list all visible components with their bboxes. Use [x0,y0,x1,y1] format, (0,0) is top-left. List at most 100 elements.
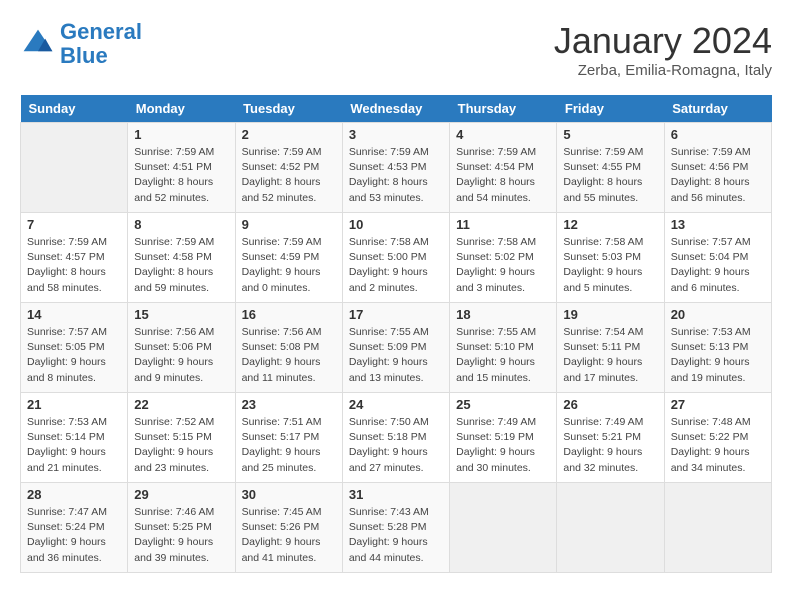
day-number: 14 [27,307,121,322]
day-number: 19 [563,307,657,322]
day-number: 2 [242,127,336,142]
day-info: Sunrise: 7:47 AMSunset: 5:24 PMDaylight:… [27,505,121,566]
calendar-day-cell [450,483,557,573]
title-block: January 2024 Zerba, Emilia-Romagna, Ital… [554,20,772,79]
weekday-header-cell: Wednesday [342,95,449,123]
day-number: 16 [242,307,336,322]
day-number: 23 [242,397,336,412]
calendar-day-cell: 17 Sunrise: 7:55 AMSunset: 5:09 PMDayligh… [342,303,449,393]
day-number: 12 [563,217,657,232]
calendar-day-cell: 5 Sunrise: 7:59 AMSunset: 4:55 PMDaylight… [557,123,664,213]
calendar-day-cell: 7 Sunrise: 7:59 AMSunset: 4:57 PMDaylight… [21,213,128,303]
calendar-day-cell: 31 Sunrise: 7:43 AMSunset: 5:28 PMDayligh… [342,483,449,573]
day-number: 18 [456,307,550,322]
calendar-day-cell: 22 Sunrise: 7:52 AMSunset: 5:15 PMDayligh… [128,393,235,483]
calendar-day-cell: 13 Sunrise: 7:57 AMSunset: 5:04 PMDayligh… [664,213,771,303]
calendar-day-cell: 4Sunrise: 7:59 AMSunset: 4:54 PMDaylight… [450,123,557,213]
day-info: Sunrise: 7:55 AMSunset: 5:09 PMDaylight:… [349,325,443,386]
weekday-header-row: SundayMondayTuesdayWednesdayThursdayFrid… [21,95,772,123]
calendar-day-cell: 1 Sunrise: 7:59 AMSunset: 4:51 PMDaylight… [128,123,235,213]
calendar-table: SundayMondayTuesdayWednesdayThursdayFrid… [20,95,772,573]
weekday-header-cell: Friday [557,95,664,123]
calendar-day-cell: 3 Sunrise: 7:59 AMSunset: 4:53 PMDaylight… [342,123,449,213]
day-info: Sunrise: 7:54 AMSunset: 5:11 PMDaylight:… [563,325,657,386]
calendar-day-cell: 11 Sunrise: 7:58 AMSunset: 5:02 PMDayligh… [450,213,557,303]
day-number: 29 [134,487,228,502]
calendar-day-cell: 28 Sunrise: 7:47 AMSunset: 5:24 PMDayligh… [21,483,128,573]
day-number: 7 [27,217,121,232]
day-info: Sunrise: 7:52 AMSunset: 5:15 PMDaylight:… [134,415,228,476]
page-header: General Blue January 2024 Zerba, Emilia-… [20,20,772,79]
calendar-day-cell: 21 Sunrise: 7:53 AMSunset: 5:14 PMDayligh… [21,393,128,483]
calendar-day-cell: 15Sunrise: 7:56 AMSunset: 5:06 PMDayligh… [128,303,235,393]
day-number: 27 [671,397,765,412]
day-number: 3 [349,127,443,142]
weekday-header-cell: Tuesday [235,95,342,123]
calendar-day-cell: 27 Sunrise: 7:48 AMSunset: 5:22 PMDayligh… [664,393,771,483]
logo-line1: General [60,19,142,44]
day-info: Sunrise: 7:51 AMSunset: 5:17 PMDaylight:… [242,415,336,476]
day-info: Sunrise: 7:48 AMSunset: 5:22 PMDaylight:… [671,415,765,476]
day-number: 28 [27,487,121,502]
calendar-day-cell [664,483,771,573]
day-number: 11 [456,217,550,232]
calendar-day-cell: 24 Sunrise: 7:50 AMSunset: 5:18 PMDayligh… [342,393,449,483]
calendar-week-row: 14Sunrise: 7:57 AMSunset: 5:05 PMDayligh… [21,303,772,393]
calendar-week-row: 7 Sunrise: 7:59 AMSunset: 4:57 PMDaylight… [21,213,772,303]
calendar-day-cell: 26Sunrise: 7:49 AMSunset: 5:21 PMDayligh… [557,393,664,483]
day-number: 31 [349,487,443,502]
day-number: 10 [349,217,443,232]
day-info: Sunrise: 7:59 AMSunset: 4:55 PMDaylight:… [563,145,657,206]
calendar-day-cell: 6 Sunrise: 7:59 AMSunset: 4:56 PMDaylight… [664,123,771,213]
location-title: Zerba, Emilia-Romagna, Italy [554,62,772,79]
day-info: Sunrise: 7:59 AMSunset: 4:51 PMDaylight:… [134,145,228,206]
day-number: 15 [134,307,228,322]
calendar-day-cell [557,483,664,573]
calendar-day-cell: 18Sunrise: 7:55 AMSunset: 5:10 PMDayligh… [450,303,557,393]
day-number: 25 [456,397,550,412]
day-number: 17 [349,307,443,322]
calendar-day-cell: 12Sunrise: 7:58 AMSunset: 5:03 PMDayligh… [557,213,664,303]
day-number: 13 [671,217,765,232]
calendar-day-cell: 16 Sunrise: 7:56 AMSunset: 5:08 PMDayligh… [235,303,342,393]
day-number: 1 [134,127,228,142]
calendar-day-cell: 14Sunrise: 7:57 AMSunset: 5:05 PMDayligh… [21,303,128,393]
day-info: Sunrise: 7:50 AMSunset: 5:18 PMDaylight:… [349,415,443,476]
weekday-header-cell: Sunday [21,95,128,123]
day-number: 30 [242,487,336,502]
logo-text: General Blue [60,20,142,68]
day-number: 22 [134,397,228,412]
calendar-day-cell: 2 Sunrise: 7:59 AMSunset: 4:52 PMDaylight… [235,123,342,213]
day-info: Sunrise: 7:59 AMSunset: 4:53 PMDaylight:… [349,145,443,206]
calendar-day-cell: 19 Sunrise: 7:54 AMSunset: 5:11 PMDayligh… [557,303,664,393]
calendar-day-cell: 9Sunrise: 7:59 AMSunset: 4:59 PMDaylight… [235,213,342,303]
day-info: Sunrise: 7:58 AMSunset: 5:00 PMDaylight:… [349,235,443,296]
day-info: Sunrise: 7:59 AMSunset: 4:52 PMDaylight:… [242,145,336,206]
day-number: 5 [563,127,657,142]
calendar-day-cell [21,123,128,213]
weekday-header-cell: Saturday [664,95,771,123]
day-info: Sunrise: 7:59 AMSunset: 4:56 PMDaylight:… [671,145,765,206]
day-info: Sunrise: 7:53 AMSunset: 5:14 PMDaylight:… [27,415,121,476]
day-number: 4 [456,127,550,142]
calendar-week-row: 21 Sunrise: 7:53 AMSunset: 5:14 PMDayligh… [21,393,772,483]
day-info: Sunrise: 7:58 AMSunset: 5:02 PMDaylight:… [456,235,550,296]
day-info: Sunrise: 7:43 AMSunset: 5:28 PMDaylight:… [349,505,443,566]
weekday-header-cell: Monday [128,95,235,123]
day-info: Sunrise: 7:57 AMSunset: 5:04 PMDaylight:… [671,235,765,296]
day-info: Sunrise: 7:56 AMSunset: 5:08 PMDaylight:… [242,325,336,386]
day-info: Sunrise: 7:59 AMSunset: 4:59 PMDaylight:… [242,235,336,296]
logo: General Blue [20,20,142,68]
calendar-day-cell: 25Sunrise: 7:49 AMSunset: 5:19 PMDayligh… [450,393,557,483]
day-number: 21 [27,397,121,412]
month-title: January 2024 [554,20,772,62]
day-number: 6 [671,127,765,142]
day-info: Sunrise: 7:59 AMSunset: 4:57 PMDaylight:… [27,235,121,296]
calendar-day-cell: 10 Sunrise: 7:58 AMSunset: 5:00 PMDayligh… [342,213,449,303]
calendar-week-row: 28 Sunrise: 7:47 AMSunset: 5:24 PMDayligh… [21,483,772,573]
logo-icon [20,26,56,62]
calendar-day-cell: 20Sunrise: 7:53 AMSunset: 5:13 PMDayligh… [664,303,771,393]
day-info: Sunrise: 7:45 AMSunset: 5:26 PMDaylight:… [242,505,336,566]
day-number: 24 [349,397,443,412]
calendar-body: 1 Sunrise: 7:59 AMSunset: 4:51 PMDaylight… [21,123,772,573]
